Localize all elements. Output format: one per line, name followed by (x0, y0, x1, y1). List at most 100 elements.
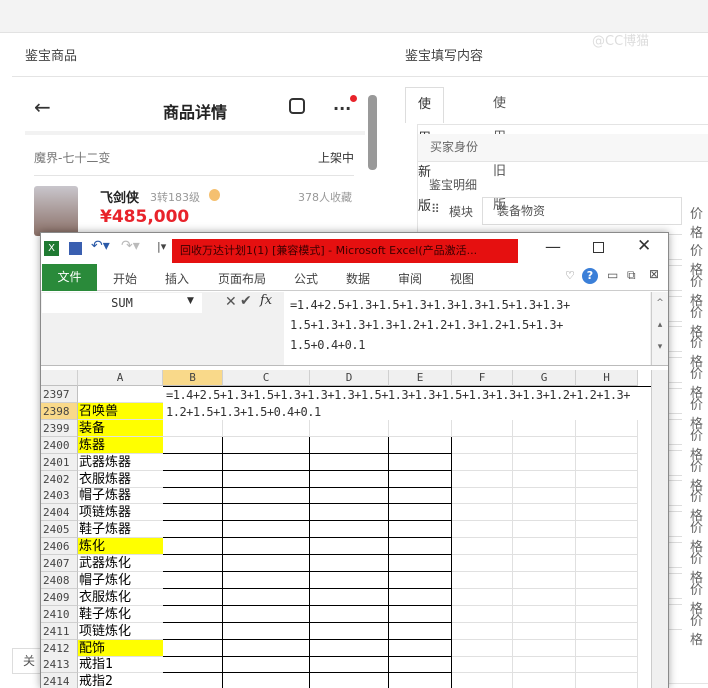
save-icon[interactable] (69, 242, 82, 255)
cell[interactable] (452, 605, 513, 623)
close-icon[interactable]: ✕ (637, 236, 651, 256)
cell[interactable] (576, 639, 638, 657)
cell[interactable] (310, 605, 389, 623)
cell[interactable] (163, 555, 223, 572)
heart-icon[interactable]: ♡ (565, 269, 575, 282)
row-header[interactable]: 2399 (41, 419, 78, 437)
row-header[interactable]: 2407 (41, 555, 78, 572)
cell-a[interactable]: 炼器 (78, 436, 163, 454)
cell[interactable] (163, 588, 223, 606)
column-header[interactable]: D (310, 370, 389, 386)
close-workbook-icon[interactable]: ⊠ (649, 267, 659, 281)
cell[interactable] (389, 656, 452, 674)
cell[interactable] (576, 487, 638, 505)
drag-handle-icon[interactable]: ⠿ (431, 202, 440, 216)
cell[interactable] (513, 639, 576, 657)
undo-icon[interactable]: ↶▾ (91, 238, 110, 254)
cell[interactable] (452, 538, 513, 556)
cell[interactable] (389, 419, 452, 437)
cell[interactable] (513, 538, 576, 556)
cell[interactable] (452, 622, 513, 640)
cell[interactable] (310, 419, 389, 437)
cell[interactable] (513, 470, 576, 488)
cell[interactable] (452, 656, 513, 674)
cell[interactable] (452, 555, 513, 572)
redo-icon[interactable]: ↷▾ (121, 238, 140, 254)
cell-a[interactable] (78, 386, 163, 403)
cell[interactable] (223, 588, 310, 606)
cell[interactable] (163, 656, 223, 674)
cell[interactable] (223, 453, 310, 471)
cell[interactable] (163, 470, 223, 488)
column-header[interactable]: H (576, 370, 638, 386)
cell[interactable] (452, 470, 513, 488)
cell[interactable] (163, 673, 223, 688)
cell[interactable] (389, 538, 452, 556)
cell[interactable] (576, 571, 638, 589)
cell[interactable] (513, 588, 576, 606)
tab-insert[interactable]: 插入 (165, 270, 189, 287)
module-input[interactable]: 装备物资 (482, 197, 682, 225)
cell[interactable] (223, 555, 310, 572)
cell[interactable] (223, 538, 310, 556)
cell[interactable] (452, 504, 513, 522)
cell[interactable] (513, 571, 576, 589)
cell[interactable] (389, 504, 452, 522)
cell[interactable] (223, 504, 310, 522)
cell[interactable] (223, 605, 310, 623)
cell[interactable] (310, 656, 389, 674)
cell[interactable] (163, 504, 223, 522)
cell[interactable] (310, 639, 389, 657)
help-icon[interactable]: ? (582, 268, 598, 284)
tab-file[interactable]: 文件 (42, 264, 97, 291)
row-header[interactable]: 2408 (41, 571, 78, 589)
formula-input[interactable]: =1.4+2.5+1.3+1.5+1.3+1.3+1.3+1.5+1.3+1.3… (284, 292, 650, 365)
vertical-scrollbar[interactable] (651, 370, 668, 688)
cell[interactable] (576, 656, 638, 674)
ribbon-minimize-icon[interactable]: ▭ (607, 268, 618, 282)
column-header[interactable]: B (163, 370, 223, 386)
cell[interactable] (163, 521, 223, 539)
cell[interactable] (452, 436, 513, 454)
scrollbar[interactable] (368, 95, 377, 170)
cell[interactable] (310, 588, 389, 606)
cell-a[interactable]: 戒指2 (78, 673, 163, 688)
column-header[interactable]: F (452, 370, 513, 386)
cell[interactable] (163, 571, 223, 589)
cell[interactable] (310, 487, 389, 505)
insert-function-icon[interactable]: fx (260, 293, 272, 308)
cell[interactable] (576, 504, 638, 522)
cell[interactable] (452, 521, 513, 539)
more-icon[interactable]: ··· (333, 99, 351, 118)
cell[interactable] (513, 436, 576, 454)
cell[interactable] (163, 639, 223, 657)
cell-a[interactable]: 炼化 (78, 538, 163, 556)
row-header[interactable]: 2405 (41, 521, 78, 539)
cell[interactable] (310, 673, 389, 688)
cell[interactable] (576, 436, 638, 454)
cell[interactable] (513, 555, 576, 572)
cell-a[interactable]: 鞋子炼化 (78, 606, 163, 623)
tab-page-layout[interactable]: 页面布局 (218, 270, 266, 287)
cell[interactable] (513, 622, 576, 640)
cell-a[interactable]: 项链炼器 (78, 504, 163, 522)
cell[interactable] (452, 588, 513, 606)
maximize-icon[interactable] (593, 242, 604, 253)
cell[interactable] (310, 453, 389, 471)
cell[interactable] (452, 453, 513, 471)
cell[interactable] (223, 487, 310, 505)
cell-a[interactable]: 武器炼器 (78, 454, 163, 471)
cell[interactable] (223, 656, 310, 674)
cell[interactable] (310, 470, 389, 488)
cell[interactable] (452, 487, 513, 505)
cell[interactable] (310, 436, 389, 454)
cell[interactable] (310, 521, 389, 539)
cell[interactable] (310, 504, 389, 522)
cell[interactable] (513, 453, 576, 471)
cell[interactable] (576, 470, 638, 488)
cell[interactable] (310, 538, 389, 556)
cell[interactable] (513, 504, 576, 522)
cell-a[interactable]: 装备 (78, 419, 163, 437)
cell[interactable] (389, 470, 452, 488)
cell[interactable] (310, 622, 389, 640)
